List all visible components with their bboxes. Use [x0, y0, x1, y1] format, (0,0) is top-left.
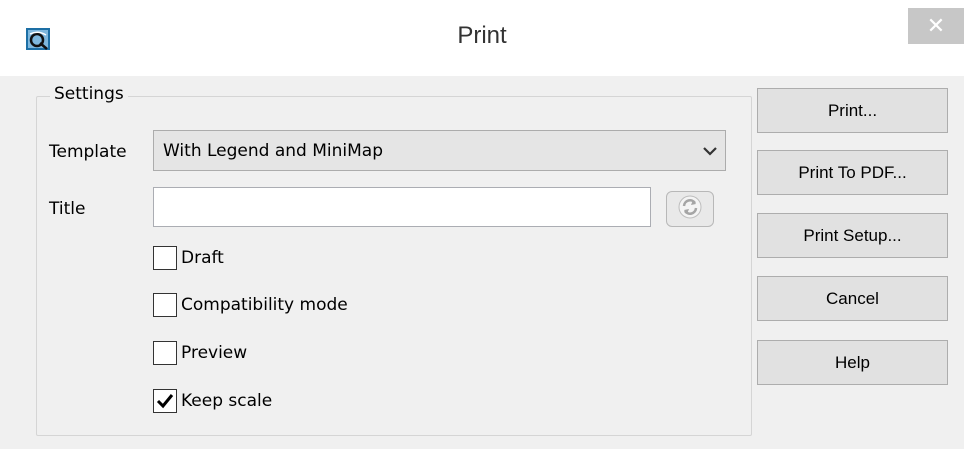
- help-button[interactable]: Help: [757, 340, 948, 385]
- keep-scale-checkbox[interactable]: [153, 389, 177, 413]
- settings-group-title: Settings: [50, 84, 128, 104]
- print-button[interactable]: Print...: [757, 88, 948, 133]
- template-label: Template: [49, 142, 127, 162]
- dialog-client-area: Settings Template With Legend and MiniMa…: [12, 76, 964, 449]
- template-dropdown[interactable]: With Legend and MiniMap: [153, 130, 726, 171]
- title-input[interactable]: [153, 187, 651, 227]
- title-bar: Print ✕: [0, 0, 964, 76]
- print-dialog: Print ✕ Settings Template With Legend an…: [0, 0, 964, 449]
- print-to-pdf-button[interactable]: Print To PDF...: [757, 150, 948, 195]
- compatibility-mode-checkbox-row[interactable]: Compatibility mode: [153, 292, 348, 318]
- close-icon: ✕: [926, 13, 946, 39]
- print-setup-button[interactable]: Print Setup...: [757, 213, 948, 258]
- close-button[interactable]: ✕: [908, 8, 964, 44]
- draft-checkbox-row[interactable]: Draft: [153, 245, 224, 271]
- refresh-icon: [677, 194, 703, 224]
- compatibility-mode-label: Compatibility mode: [181, 295, 348, 315]
- window-title: Print: [457, 22, 507, 49]
- draft-checkbox[interactable]: [153, 246, 177, 270]
- cancel-button[interactable]: Cancel: [757, 276, 948, 321]
- title-label: Title: [49, 199, 86, 219]
- draft-label: Draft: [181, 248, 224, 268]
- template-selected-value: With Legend and MiniMap: [163, 140, 384, 161]
- preview-label: Preview: [181, 343, 248, 363]
- checkmark-icon: [156, 394, 174, 409]
- preview-checkbox-row[interactable]: Preview: [153, 340, 247, 366]
- chevron-down-icon: [695, 136, 725, 166]
- compatibility-mode-checkbox[interactable]: [153, 293, 177, 317]
- preview-checkbox[interactable]: [153, 341, 177, 365]
- keep-scale-label: Keep scale: [181, 391, 273, 411]
- refresh-title-button[interactable]: [666, 191, 714, 227]
- keep-scale-checkbox-row[interactable]: Keep scale: [153, 388, 272, 414]
